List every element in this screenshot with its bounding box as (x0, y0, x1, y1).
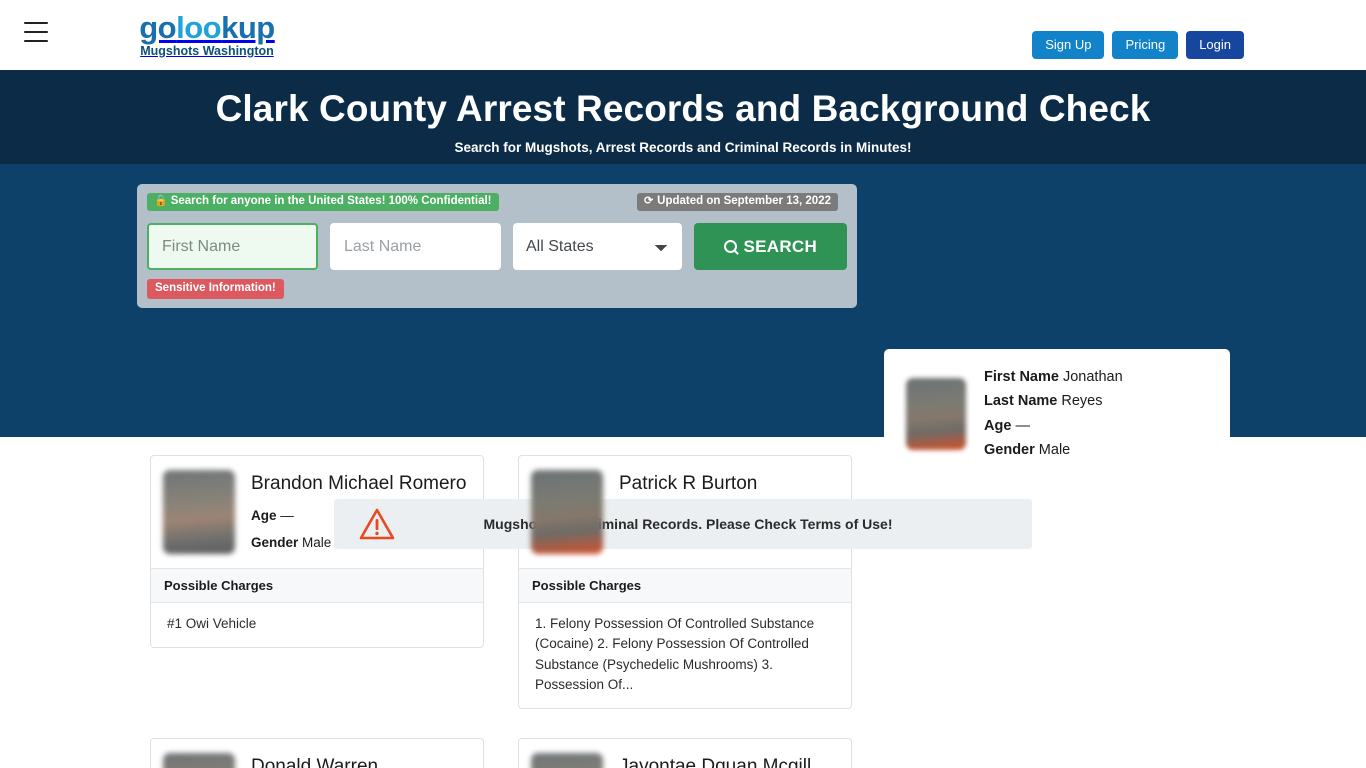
hero-banner: Clark County Arrest Records and Backgrou… (0, 70, 1366, 164)
page-subtitle: Search for Mugshots, Arrest Records and … (454, 140, 912, 156)
possible-charges-header: Possible Charges (519, 568, 851, 603)
featured-gender-row: Gender Male (984, 443, 1123, 458)
result-card-header: Donald WarrenAge —Gender — (151, 739, 483, 768)
result-card[interactable]: Brandon Michael Romero Age — Gender Male Po… (150, 455, 484, 649)
refresh-icon: ⟳ (643, 195, 654, 207)
result-person-details: Donald WarrenAge —Gender — (251, 753, 378, 768)
terms-of-use-notice: Mugshots and Criminal Records. Please Ch… (334, 499, 1032, 549)
featured-mugshot-thumbnail (906, 377, 966, 450)
confidential-badge-label: Search for anyone in the United States! … (170, 194, 492, 207)
featured-last-name-row: Last Name Reyes (984, 394, 1123, 409)
result-card[interactable]: Patrick R BurtonAge 28Gender MalePossibl… (518, 455, 852, 709)
mugshot-thumbnail (163, 753, 235, 768)
first-name-input[interactable] (147, 223, 318, 270)
pricing-button[interactable]: Pricing (1112, 31, 1179, 60)
result-person-details: Javontae Dquan Mcgill (619, 753, 811, 768)
search-form: All States SEARCH (147, 223, 847, 270)
hamburger-bar (24, 22, 48, 24)
featured-gender-label: Gender (984, 442, 1035, 458)
last-name-input[interactable] (330, 223, 501, 270)
search-panel: 🔒 Search for anyone in the United States… (137, 184, 857, 308)
result-age-value: — (276, 507, 294, 523)
results-section: Brandon Michael Romero Age — Gender Male Po… (0, 437, 1366, 768)
logo-wordmark: golookup (137, 12, 277, 43)
warning-triangle-icon (358, 507, 396, 541)
featured-age-row: Age — (984, 417, 1123, 434)
search-button[interactable]: SEARCH (693, 223, 847, 270)
page-title: Clark County Arrest Records and Backgrou… (215, 88, 1151, 129)
result-person-name: Patrick R Burton (619, 473, 758, 494)
confidential-badge: 🔒 Search for anyone in the United States… (147, 192, 499, 212)
hamburger-menu-icon[interactable] (24, 22, 48, 42)
featured-person-card[interactable]: First Name Jonathan Last Name Reyes Age … (884, 349, 1230, 478)
mugshot-thumbnail (531, 470, 603, 554)
possible-charges-text: 1. Felony Possession Of Controlled Subst… (535, 616, 815, 692)
updated-badge-label: Updated on September 13, 2022 (657, 194, 831, 207)
result-person-name: Brandon Michael Romero (251, 473, 467, 494)
login-button[interactable]: Login (1186, 31, 1244, 60)
featured-first-name-value: Jonathan (1062, 368, 1123, 385)
state-select[interactable]: All States (513, 223, 682, 270)
featured-age-label: Age (984, 417, 1012, 434)
result-person-name: Javontae Dquan Mcgill (619, 756, 812, 768)
result-gender-value: Male (298, 534, 332, 550)
nav-actions: Sign Up Pricing Login (1032, 31, 1244, 60)
result-age-label: Age (251, 507, 277, 523)
mugshot-thumbnail (163, 470, 235, 554)
logo-tagline: Mugshots Washington (140, 44, 274, 58)
hamburger-bar (24, 40, 48, 42)
featured-first-name-row: First Name Jonathan (984, 368, 1123, 385)
logo-text-loo: loo (176, 10, 222, 45)
result-card[interactable]: Donald WarrenAge —Gender —Possible Charg… (150, 738, 484, 768)
search-section: 🔒 Search for anyone in the United States… (0, 164, 1366, 549)
search-panel-badges: 🔒 Search for anyone in the United States… (147, 192, 847, 212)
updated-badge: ⟳ Updated on September 13, 2022 (636, 192, 838, 212)
terms-of-use-text: Mugshots and Criminal Records. Please Ch… (483, 516, 893, 532)
site-logo[interactable]: golookup Mugshots Washington (137, 12, 277, 58)
featured-person-details: First Name Jonathan Last Name Reyes Age … (984, 368, 1123, 458)
result-card-header: Javontae Dquan Mcgill (519, 739, 851, 768)
hamburger-bar (24, 31, 48, 33)
featured-last-name-label: Last Name (984, 393, 1058, 409)
result-person-name: Donald Warren (251, 756, 379, 768)
possible-charges-header: Possible Charges (151, 568, 483, 603)
lock-icon: 🔒 (154, 195, 168, 207)
logo-text-go: go (139, 10, 177, 45)
search-button-label: SEARCH (743, 236, 818, 256)
featured-gender-value: Male (1038, 442, 1071, 458)
sign-up-button[interactable]: Sign Up (1032, 31, 1105, 60)
magnifier-icon (723, 240, 737, 253)
possible-charges-text: #1 Owi Vehicle (167, 616, 257, 631)
logo-text-kup: kup (221, 10, 275, 45)
sensitive-information-badge: Sensitive Information! (147, 279, 284, 299)
featured-age-value: — (1015, 417, 1030, 434)
result-gender-label: Gender (251, 534, 299, 550)
featured-first-name-label: First Name (984, 368, 1059, 385)
featured-last-name-value: Reyes (1061, 393, 1103, 409)
result-card[interactable]: Javontae Dquan Mcgill (518, 738, 852, 768)
mugshot-thumbnail (531, 753, 603, 768)
top-navbar: golookup Mugshots Washington Sign Up Pri… (0, 0, 1366, 70)
